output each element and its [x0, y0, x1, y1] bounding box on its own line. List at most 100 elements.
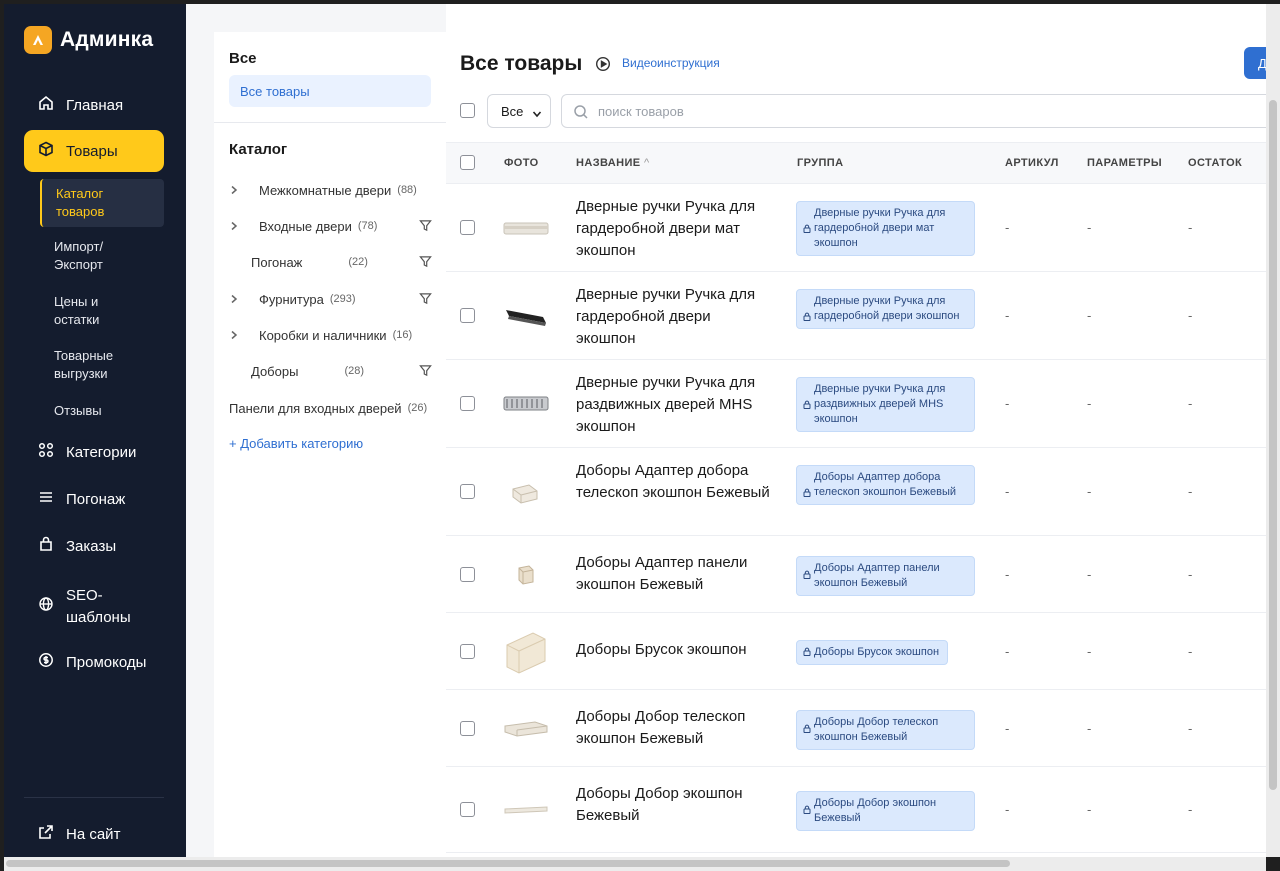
- nav-item-mouldings[interactable]: Погонаж: [24, 478, 164, 520]
- sku-value: -: [1005, 308, 1010, 323]
- group-badge[interactable]: Доборы Адаптер панели экошпон Бежевый: [796, 555, 975, 596]
- product-photo[interactable]: [503, 213, 549, 248]
- chevron-right-icon[interactable]: [229, 292, 249, 307]
- table-row[interactable]: Дверные ручки Ручка для гардеробной двер…: [446, 184, 1266, 272]
- box-icon: [38, 141, 54, 161]
- subnav-item-reviews[interactable]: Отзывы: [40, 402, 164, 420]
- column-name[interactable]: НАЗВАНИЕ ^: [576, 157, 650, 169]
- nav-label: На сайт: [66, 825, 121, 843]
- product-name[interactable]: Доборы Добор телескоп экошпон Бежевый: [576, 706, 771, 750]
- subnav-label: Экспорт: [54, 257, 103, 272]
- category-item[interactable]: Панели для входных дверей (26): [229, 396, 446, 420]
- search-box[interactable]: [561, 94, 1266, 128]
- stock-value: -: [1188, 396, 1193, 411]
- nav-item-goods[interactable]: Товары: [24, 130, 164, 172]
- filter-icon[interactable]: [419, 219, 432, 235]
- product-name[interactable]: Доборы Адаптер добора телескоп экошпон Б…: [576, 460, 771, 504]
- nav-label: Категории: [66, 443, 137, 461]
- chevron-right-icon[interactable]: [229, 183, 249, 198]
- product-photo[interactable]: [503, 560, 549, 595]
- product-photo[interactable]: [503, 795, 549, 830]
- table-row[interactable]: Дверные ручки Ручка для раздвижных двере…: [446, 360, 1266, 448]
- category-panel: Все Все товары Каталог Межкомнатные двер…: [186, 4, 446, 857]
- row-checkbox[interactable]: [460, 720, 475, 736]
- header-checkbox[interactable]: [460, 155, 475, 170]
- horizontal-scrollbar-thumb[interactable]: [6, 860, 1010, 867]
- category-item[interactable]: Фурнитура (293): [229, 287, 446, 311]
- product-name[interactable]: Доборы Добор экошпон Бежевый: [576, 783, 771, 827]
- product-photo[interactable]: [503, 629, 549, 680]
- product-name[interactable]: Доборы Брусок экошпон: [576, 639, 771, 661]
- nav-item-orders[interactable]: Заказы: [24, 525, 164, 567]
- sku-value: -: [1005, 396, 1010, 411]
- add-product-button[interactable]: Д: [1244, 47, 1266, 79]
- chevron-right-icon[interactable]: [229, 328, 249, 343]
- table-row[interactable]: Доборы Адаптер панели экошпон Бежевый Доб…: [446, 536, 1266, 613]
- table-row[interactable]: Доборы Добор телескоп экошпон Бежевый Доб…: [446, 690, 1266, 767]
- add-category-link[interactable]: + Добавить категорию: [229, 436, 363, 451]
- category-name: Фурнитура: [259, 291, 324, 307]
- app-name: Админка: [60, 28, 154, 51]
- product-name[interactable]: Доборы Адаптер панели экошпон Бежевый: [576, 552, 771, 596]
- group-badge[interactable]: Дверные ручки Ручка для гардеробной двер…: [796, 289, 975, 329]
- vertical-scrollbar-thumb[interactable]: [1269, 100, 1277, 790]
- nav-item-promocodes[interactable]: Промокоды: [24, 641, 164, 683]
- product-name[interactable]: Дверные ручки Ручка для гардеробной двер…: [576, 284, 771, 350]
- subnav-item-catalog[interactable]: Каталог товаров: [40, 179, 164, 227]
- video-instruction-link[interactable]: Видеоинструкция: [622, 56, 720, 70]
- subnav-item-import-export[interactable]: Импорт/ Экспорт: [40, 238, 164, 274]
- category-item[interactable]: Коробки и наличники (16): [229, 323, 446, 347]
- row-checkbox[interactable]: [460, 220, 475, 235]
- filter-select[interactable]: Все: [487, 94, 551, 128]
- row-checkbox[interactable]: [460, 396, 475, 411]
- nav-item-to-site[interactable]: На сайт: [24, 813, 164, 855]
- stock-value: -: [1188, 720, 1193, 736]
- table-row[interactable]: Доборы Добор экошпон Бежевый Доборы Добор…: [446, 767, 1266, 853]
- filter-icon[interactable]: [419, 292, 432, 308]
- subnav-item-prices-stock[interactable]: Цены и остатки: [40, 293, 164, 329]
- subnav-item-feeds[interactable]: Товарные выгрузки: [40, 347, 164, 383]
- params-value: -: [1087, 643, 1092, 659]
- nav-item-seo-templates[interactable]: SEO-шаблоны: [24, 582, 164, 632]
- product-photo[interactable]: [503, 477, 549, 512]
- play-icon[interactable]: [595, 56, 611, 77]
- row-checkbox[interactable]: [460, 802, 475, 817]
- logo[interactable]: Админка: [24, 26, 153, 54]
- filter-icon[interactable]: [419, 255, 432, 271]
- group-badge[interactable]: Доборы Добор экошпон Бежевый: [796, 791, 975, 831]
- product-name[interactable]: Дверные ручки Ручка для гардеробной двер…: [576, 196, 771, 262]
- group-badge[interactable]: Дверные ручки Ручка для гардеробной двер…: [796, 201, 975, 256]
- table-row[interactable]: Доборы Адаптер добора телескоп экошпон Б…: [446, 448, 1266, 536]
- row-checkbox[interactable]: [460, 484, 475, 499]
- nav-item-categories[interactable]: Категории: [24, 431, 164, 473]
- sku-value: -: [1005, 484, 1010, 499]
- nav-item-home[interactable]: Главная: [24, 84, 164, 126]
- group-badge[interactable]: Доборы Адаптер добора телескоп экошпон Б…: [796, 465, 975, 505]
- search-input[interactable]: [598, 103, 1198, 119]
- group-badge[interactable]: Доборы Брусок экошпон: [796, 639, 949, 665]
- product-name[interactable]: Дверные ручки Ручка для раздвижных двере…: [576, 372, 771, 438]
- all-goods-item[interactable]: Все товары: [229, 75, 431, 107]
- select-all-checkbox[interactable]: [460, 103, 475, 118]
- product-photo[interactable]: [503, 714, 549, 749]
- product-photo[interactable]: [503, 301, 549, 336]
- group-badge-label: Доборы Адаптер добора телескоп экошпон Б…: [814, 471, 957, 498]
- chevron-right-icon[interactable]: [229, 219, 249, 234]
- category-item[interactable]: Доборы (28): [229, 359, 446, 383]
- category-name: Панели для входных дверей: [229, 400, 402, 416]
- row-checkbox[interactable]: [460, 643, 475, 659]
- group-badge[interactable]: Доборы Добор телескоп экошпон Бежевый: [796, 709, 975, 750]
- table-row[interactable]: Доборы Брусок экошпон Доборы Брусок экошп…: [446, 613, 1266, 690]
- category-name: Доборы: [251, 363, 299, 379]
- category-item[interactable]: Входные двери (78): [229, 214, 446, 238]
- product-photo[interactable]: [503, 389, 549, 424]
- filter-icon[interactable]: [419, 364, 432, 380]
- globe-icon: [38, 596, 54, 619]
- group-badge[interactable]: Дверные ручки Ручка для раздвижных двере…: [796, 377, 975, 432]
- group-badge-label: Доборы Адаптер панели экошпон Бежевый: [814, 561, 940, 589]
- row-checkbox[interactable]: [460, 308, 475, 323]
- table-row[interactable]: Дверные ручки Ручка для гардеробной двер…: [446, 272, 1266, 360]
- category-item[interactable]: Погонаж (22): [229, 250, 446, 274]
- row-checkbox[interactable]: [460, 566, 475, 582]
- category-item[interactable]: Межкомнатные двери (88): [229, 178, 446, 202]
